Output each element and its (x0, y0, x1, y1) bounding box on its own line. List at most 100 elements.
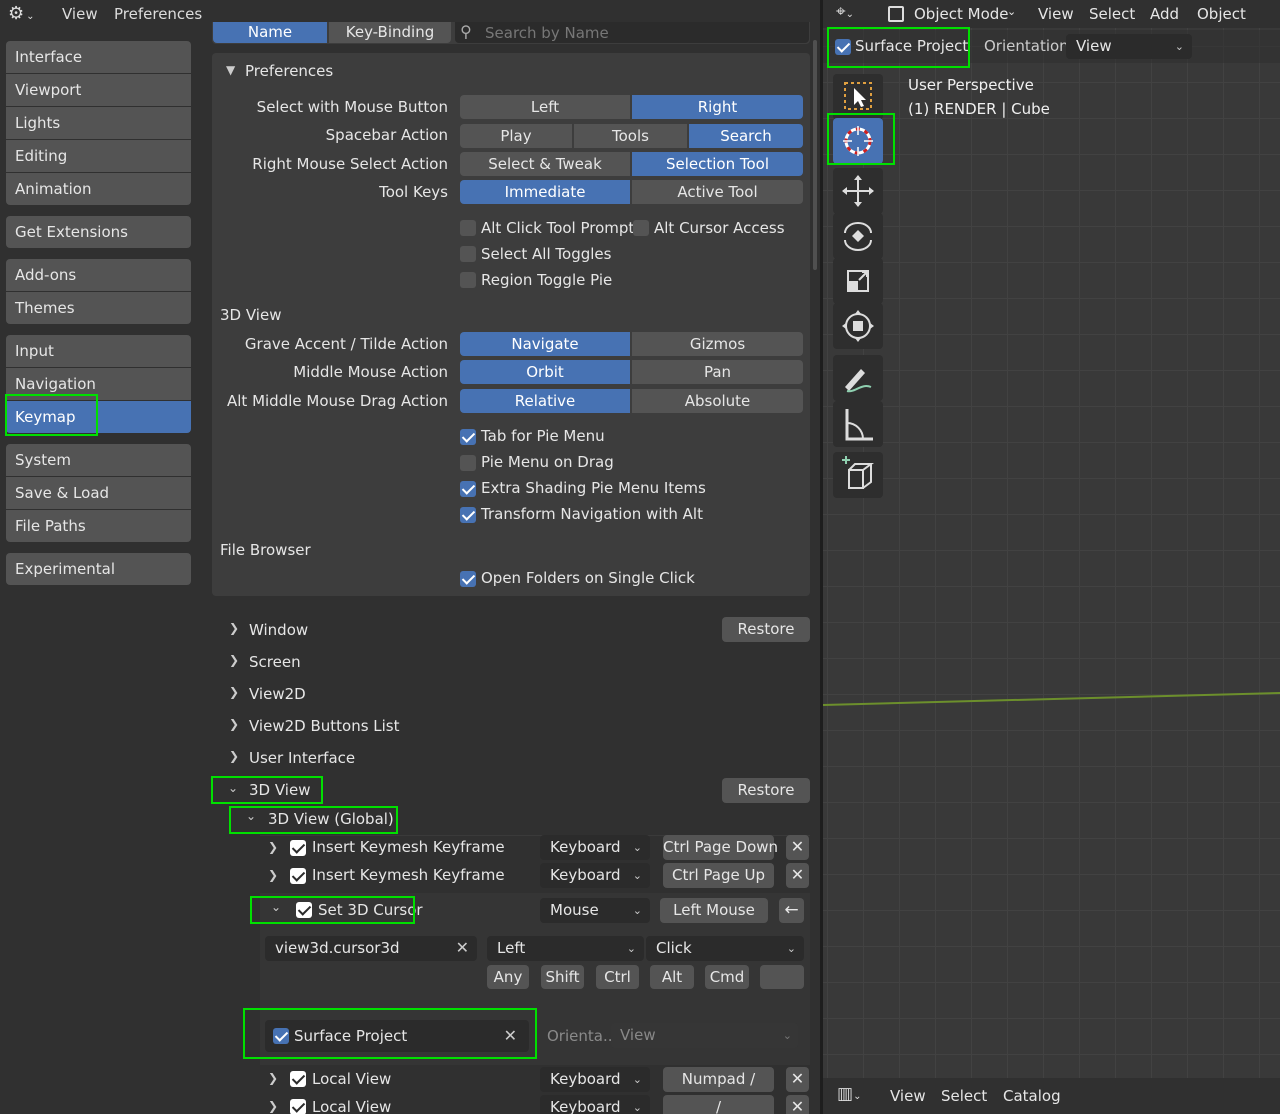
tool-keys-active-tool[interactable]: Active Tool (632, 180, 803, 204)
modifier-shift[interactable]: Shift (541, 965, 584, 989)
tool-annotate[interactable] (833, 355, 883, 401)
sidebar-item-system[interactable]: System (6, 444, 191, 476)
tab-pie-menu-checkbox[interactable] (460, 429, 476, 445)
close-icon[interactable]: ✕ (786, 863, 809, 888)
item-type-dropdown[interactable]: Keyboard ⌄ (540, 1095, 650, 1114)
tool-move[interactable] (833, 168, 883, 214)
mouse-button-dropdown[interactable]: Left ⌄ (487, 936, 644, 961)
sidebar-item-addons[interactable]: Add-ons (6, 259, 191, 291)
surface-project-checkbox[interactable] (273, 1028, 289, 1044)
close-icon[interactable]: ✕ (786, 1067, 809, 1092)
alt-cursor-access-checkbox[interactable] (633, 220, 649, 236)
item-enabled-checkbox[interactable] (290, 868, 306, 884)
tool-keys-immediate[interactable]: Immediate (460, 180, 630, 204)
grave-gizmos[interactable]: Gizmos (632, 332, 803, 356)
orientation-dropdown[interactable]: View ⌄ (1066, 34, 1192, 59)
select-all-toggles-checkbox[interactable] (460, 246, 476, 262)
chevron-right-icon[interactable]: ❯ (229, 685, 239, 699)
item-key-button[interactable]: Numpad / (663, 1067, 774, 1092)
surface-project-field[interactable]: Surface Project ✕ (265, 1020, 529, 1052)
tool-transform[interactable] (833, 303, 883, 349)
alt-middle-absolute[interactable]: Absolute (632, 389, 803, 413)
close-icon[interactable]: ✕ (786, 1095, 809, 1114)
spacebar-tools[interactable]: Tools (574, 124, 687, 148)
sidebar-item-viewport[interactable]: Viewport (6, 74, 191, 106)
restore-button-window[interactable]: Restore (722, 617, 810, 642)
keymap-view2d-buttons-list[interactable]: View2D Buttons List (249, 717, 400, 735)
item-type-dropdown[interactable]: Keyboard ⌄ (540, 835, 650, 860)
chevron-right-icon[interactable]: ❯ (268, 868, 278, 882)
modifier-any[interactable]: Any (487, 965, 529, 989)
chevron-right-icon[interactable]: ❯ (268, 1071, 278, 1085)
editor-type-menu[interactable]: ⚙ ⌄ (8, 3, 44, 25)
keymap-window[interactable]: Window (249, 621, 308, 639)
keymap-screen[interactable]: Screen (249, 653, 301, 671)
sidebar-item-file-paths[interactable]: File Paths (6, 510, 191, 542)
modifier-alt[interactable]: Alt (650, 965, 694, 989)
item-key-button[interactable]: Ctrl Page Up (663, 863, 774, 888)
tool-measure[interactable] (833, 401, 883, 447)
tool-rotate[interactable] (833, 213, 883, 259)
item-type-dropdown[interactable]: Mouse ⌄ (540, 898, 650, 923)
keymap-user-interface[interactable]: User Interface (249, 749, 355, 767)
item-enabled-checkbox[interactable] (290, 840, 306, 856)
region-toggle-pie-checkbox[interactable] (460, 272, 476, 288)
select-mouse-left[interactable]: Left (460, 95, 630, 119)
sidebar-item-editing[interactable]: Editing (6, 140, 191, 172)
transform-nav-alt-checkbox[interactable] (460, 507, 476, 523)
select-mouse-right[interactable]: Right (632, 95, 803, 119)
spacebar-play[interactable]: Play (460, 124, 572, 148)
item-enabled-checkbox[interactable] (290, 1071, 306, 1087)
item-key-button[interactable]: / (663, 1095, 774, 1114)
sidebar-item-animation[interactable]: Animation (6, 173, 191, 205)
event-dropdown[interactable]: Click ⌄ (646, 936, 804, 961)
search-input[interactable]: ⚲ Search by Name (455, 22, 809, 43)
back-arrow-icon[interactable]: ← (779, 898, 804, 923)
menu-select[interactable]: Select (1089, 5, 1135, 23)
menu-catalog[interactable]: Catalog (1003, 1087, 1061, 1105)
item-type-dropdown[interactable]: Keyboard ⌄ (540, 863, 650, 888)
sidebar-item-interface[interactable]: Interface (6, 41, 191, 73)
mode-dropdown[interactable]: Object Mode ⌄ (885, 2, 1021, 26)
alt-middle-relative[interactable]: Relative (460, 389, 630, 413)
item-enabled-checkbox[interactable] (290, 1099, 306, 1114)
tool-scale[interactable] (833, 258, 883, 304)
tool-add-cube[interactable] (833, 452, 883, 498)
sidebar-item-input[interactable]: Input (6, 335, 191, 367)
sidebar-item-get-extensions[interactable]: Get Extensions (6, 216, 191, 248)
pie-menu-drag-checkbox[interactable] (460, 455, 476, 471)
tab-key-binding[interactable]: Key-Binding (329, 22, 451, 43)
chevron-right-icon[interactable]: ❯ (229, 717, 239, 731)
orientation-dropdown[interactable]: View ⌄ (611, 1023, 798, 1048)
grave-navigate[interactable]: Navigate (460, 332, 630, 356)
menu-preferences[interactable]: Preferences (114, 5, 202, 23)
key-modifier-field[interactable] (760, 965, 804, 989)
keymap-view2d[interactable]: View2D (249, 685, 306, 703)
spacebar-search[interactable]: Search (689, 124, 803, 148)
menu-select[interactable]: Select (941, 1087, 987, 1105)
sidebar-item-experimental[interactable]: Experimental (6, 553, 191, 585)
editor-type-menu[interactable]: ▥⌄ (837, 1084, 861, 1104)
sidebar-item-lights[interactable]: Lights (6, 107, 191, 139)
chevron-right-icon[interactable]: ❯ (229, 653, 239, 667)
extra-shading-checkbox[interactable] (460, 481, 476, 497)
chevron-right-icon[interactable]: ❯ (229, 621, 239, 635)
menu-add[interactable]: Add (1150, 5, 1179, 23)
3d-viewport[interactable]: ⌖⌄ Object Mode ⌄ View Select Add Object … (823, 0, 1280, 1114)
chevron-right-icon[interactable]: ❯ (268, 1099, 278, 1113)
restore-button-3d-view[interactable]: Restore (722, 778, 810, 803)
surface-project-checkbox[interactable] (835, 39, 851, 55)
menu-object[interactable]: Object (1197, 5, 1246, 23)
middle-orbit[interactable]: Orbit (460, 360, 630, 384)
right-mouse-select-tweak[interactable]: Select & Tweak (460, 152, 630, 176)
sidebar-item-save-load[interactable]: Save & Load (6, 477, 191, 509)
middle-pan[interactable]: Pan (632, 360, 803, 384)
menu-view[interactable]: View (62, 5, 98, 23)
menu-view[interactable]: View (1038, 5, 1074, 23)
collapse-triangle-icon[interactable]: ▼ (226, 63, 235, 77)
chevron-right-icon[interactable]: ❯ (268, 840, 278, 854)
open-folders-checkbox[interactable] (460, 571, 476, 587)
operator-field[interactable]: view3d.cursor3d ✕ (265, 936, 477, 961)
close-icon[interactable]: ✕ (786, 835, 809, 860)
item-type-dropdown[interactable]: Keyboard ⌄ (540, 1067, 650, 1092)
